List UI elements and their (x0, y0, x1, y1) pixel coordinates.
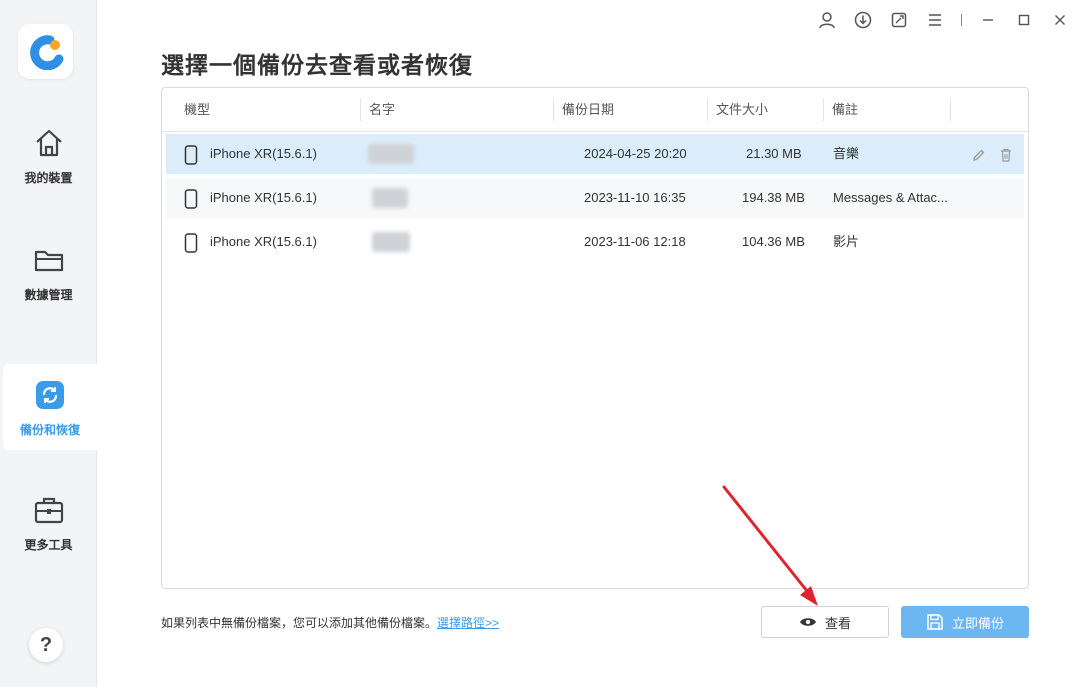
backup-table: 機型 名字 備份日期 文件大小 備註 iPhone XR(15.6.1) 202… (161, 87, 1029, 589)
toolbox-icon (31, 492, 67, 528)
row-size: 21.30 MB (746, 146, 802, 161)
sidebar-item-my-device[interactable]: 我的裝置 (0, 112, 97, 198)
empty-hint: 如果列表中無備份檔案，您可以添加其他備份檔案。選擇路徑>> (161, 614, 499, 631)
folder-icon (31, 242, 67, 278)
phone-icon (184, 134, 198, 174)
table-row[interactable]: iPhone XR(15.6.1) 2023-11-10 16:35 194.3… (166, 178, 1024, 218)
sidebar-item-backup-restore[interactable]: 備份和恢復 (3, 364, 97, 450)
sidebar-item-data-management[interactable]: 數據管理 (0, 229, 97, 315)
row-name-redacted (372, 232, 410, 252)
row-size: 104.36 MB (742, 234, 805, 249)
sidebar-item-label: 備份和恢復 (19, 422, 80, 437)
row-model: iPhone XR(15.6.1) (210, 234, 317, 249)
minimize-icon[interactable] (970, 8, 1006, 32)
eye-icon (799, 618, 816, 626)
column-header-size[interactable]: 文件大小 (716, 88, 768, 132)
choose-path-link[interactable]: 選擇路徑>> (437, 616, 499, 630)
table-row[interactable]: iPhone XR(15.6.1) 2023-11-06 12:18 104.3… (166, 222, 1024, 262)
table-row[interactable]: iPhone XR(15.6.1) 2024-04-25 20:20 21.30… (166, 134, 1024, 174)
column-header-date[interactable]: 備份日期 (562, 88, 614, 132)
table-header: 機型 名字 備份日期 文件大小 備註 (162, 88, 1028, 132)
row-date: 2024-04-25 20:20 (584, 146, 687, 161)
column-divider (823, 99, 824, 121)
row-note: 音樂 (833, 146, 860, 161)
sidebar-item-label: 我的裝置 (24, 170, 73, 185)
user-icon[interactable] (809, 8, 845, 32)
backup-now-label: 立即備份 (951, 615, 1004, 631)
edit-icon[interactable] (972, 134, 986, 174)
phone-icon (184, 178, 198, 218)
sidebar-item-label: 更多工具 (24, 537, 73, 552)
column-divider (553, 99, 554, 121)
help-icon: ? (39, 633, 53, 656)
hint-text: 如果列表中無備份檔案，您可以添加其他備份檔案。 (161, 616, 438, 630)
view-button[interactable]: 查看 (761, 606, 889, 638)
row-note: Messages & Attac... (833, 190, 948, 205)
download-icon[interactable] (845, 8, 881, 32)
page-title: 選擇一個備份去查看或者恢復 (161, 52, 473, 78)
column-header-name[interactable]: 名字 (369, 88, 395, 132)
title-bar-divider (961, 14, 962, 26)
column-divider (950, 99, 951, 121)
row-date: 2023-11-10 16:35 (584, 190, 686, 205)
sidebar-item-label: 數據管理 (24, 287, 73, 302)
view-button-label: 查看 (824, 615, 851, 631)
help-button[interactable]: ? (29, 628, 63, 662)
feedback-icon[interactable] (881, 8, 917, 32)
sync-icon (32, 377, 68, 413)
maximize-icon[interactable] (1006, 8, 1042, 32)
column-divider (707, 99, 708, 121)
menu-icon[interactable] (917, 8, 953, 32)
save-icon (927, 614, 943, 630)
sidebar-item-more-tools[interactable]: 更多工具 (0, 479, 97, 565)
row-name-redacted (368, 144, 414, 164)
app-logo (18, 24, 73, 79)
backup-now-button[interactable]: 立即備份 (901, 606, 1029, 638)
row-size: 194.38 MB (742, 190, 805, 205)
column-header-note[interactable]: 備註 (832, 88, 858, 132)
row-name-redacted (372, 188, 408, 208)
title-bar (809, 8, 1078, 32)
row-model: iPhone XR(15.6.1) (210, 190, 317, 205)
close-icon[interactable] (1042, 8, 1078, 32)
phone-icon (184, 222, 198, 262)
sidebar: 我的裝置 數據管理 備份和恢復 更多工具 ? (0, 0, 97, 687)
row-note: 影片 (833, 234, 860, 249)
home-icon (31, 125, 67, 161)
delete-icon[interactable] (1000, 134, 1012, 174)
row-model: iPhone XR(15.6.1) (210, 146, 317, 161)
column-header-model[interactable]: 機型 (184, 88, 210, 132)
column-divider (360, 99, 361, 121)
row-date: 2023-11-06 12:18 (584, 234, 686, 249)
